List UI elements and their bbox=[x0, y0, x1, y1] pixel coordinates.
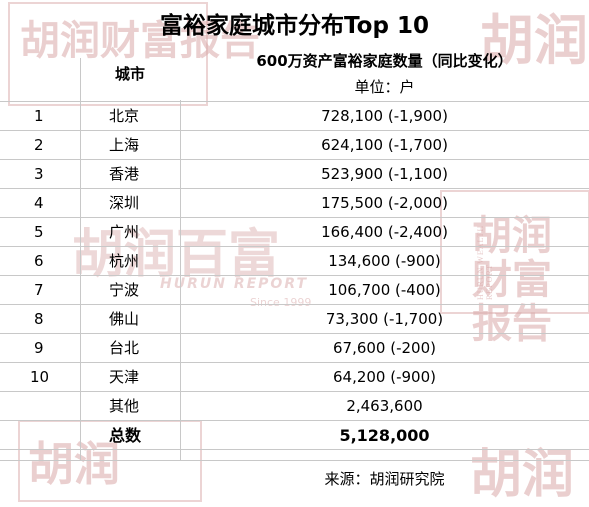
table-row: 8 佛山 73,300 (-1,700) bbox=[0, 305, 589, 334]
city-cell: 杭州 bbox=[109, 252, 140, 270]
table-row: 1 北京 728,100 (-1,900) bbox=[0, 102, 589, 131]
value-cell: 2,463,600 bbox=[346, 397, 423, 415]
rank-cell: 9 bbox=[34, 339, 44, 357]
city-cell: 其他 bbox=[109, 397, 140, 415]
table-row: 3 香港 523,900 (-1,100) bbox=[0, 160, 589, 189]
city-cell: 宁波 bbox=[109, 281, 140, 299]
table-row: 2 上海 624,100 (-1,700) bbox=[0, 131, 589, 160]
city-cell: 天津 bbox=[109, 368, 140, 386]
rank-cell: 3 bbox=[34, 165, 44, 183]
value-cell: 67,600 (-200) bbox=[332, 339, 436, 357]
city-cell: 深圳 bbox=[109, 194, 140, 212]
city-cell: 北京 bbox=[109, 107, 140, 125]
city-cell: 广州 bbox=[109, 223, 140, 241]
table-row: 6 杭州 134,600 (-900) bbox=[0, 247, 589, 276]
rank-cell: 8 bbox=[34, 310, 44, 328]
value-cell: 728,100 (-1,900) bbox=[321, 107, 448, 125]
table-row: 7 宁波 106,700 (-400) bbox=[0, 276, 589, 305]
table-bottom-line bbox=[0, 460, 589, 461]
city-cell: 佛山 bbox=[109, 310, 140, 328]
city-cell: 台北 bbox=[109, 339, 140, 357]
city-cell: 香港 bbox=[109, 165, 140, 183]
rank-cell: 2 bbox=[34, 136, 44, 154]
value-cell: 134,600 (-900) bbox=[328, 252, 441, 270]
rank-cell: 5 bbox=[34, 223, 44, 241]
table-row: 4 深圳 175,500 (-2,000) bbox=[0, 189, 589, 218]
table-row-other: 其他 2,463,600 bbox=[0, 392, 589, 421]
table-row-total: 总数 5,128,000 bbox=[0, 421, 589, 450]
rank-cell: 4 bbox=[34, 194, 44, 212]
value-cell: 175,500 (-2,000) bbox=[321, 194, 448, 212]
value-cell: 523,900 (-1,100) bbox=[321, 165, 448, 183]
value-cell: 64,200 (-900) bbox=[332, 368, 436, 386]
table-row: 5 广州 166,400 (-2,400) bbox=[0, 218, 589, 247]
source-note: 来源：胡润研究院 bbox=[324, 470, 445, 488]
table-row: 10 天津 64,200 (-900) bbox=[0, 363, 589, 392]
value-cell: 73,300 (-1,700) bbox=[325, 310, 444, 328]
rank-cell: 7 bbox=[34, 281, 44, 299]
city-cell: 上海 bbox=[109, 136, 140, 154]
rank-cell: 6 bbox=[34, 252, 44, 270]
table-row: 9 台北 67,600 (-200) bbox=[0, 334, 589, 363]
value-cell: 624,100 (-1,700) bbox=[321, 136, 448, 154]
total-value: 5,128,000 bbox=[339, 426, 430, 445]
column-header-city: 城市 bbox=[114, 65, 145, 83]
rank-cell: 10 bbox=[30, 368, 50, 386]
page-title: 富裕家庭城市分布Top 10 bbox=[160, 13, 429, 39]
column-header-value: 600万资产富裕家庭数量（同比变化） bbox=[256, 52, 513, 70]
value-cell: 106,700 (-400) bbox=[328, 281, 441, 299]
rank-cell: 1 bbox=[34, 107, 44, 125]
total-label: 总数 bbox=[109, 426, 142, 445]
unit-label: 单位：户 bbox=[354, 78, 415, 96]
value-cell: 166,400 (-2,400) bbox=[321, 223, 448, 241]
